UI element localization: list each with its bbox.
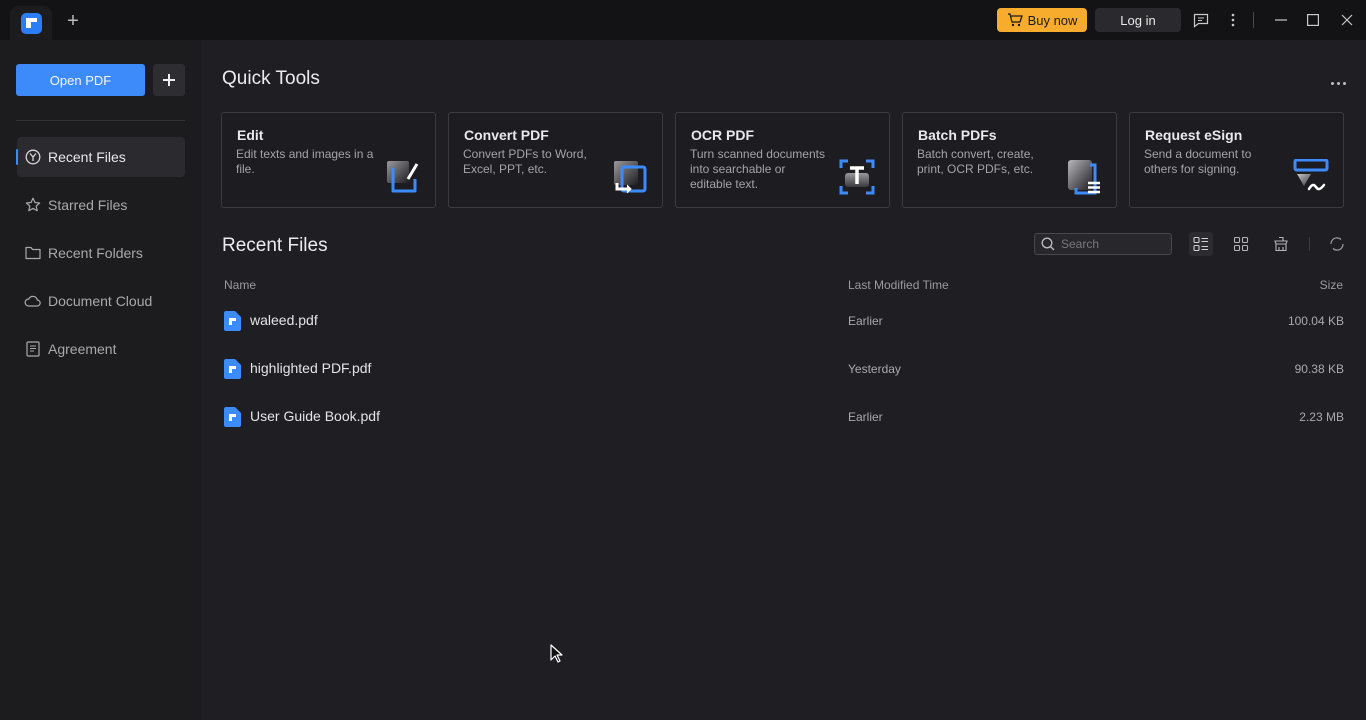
file-modified: Earlier	[848, 314, 883, 328]
tool-description: Edit texts and images in a file.	[236, 147, 374, 176]
cloud-icon	[24, 293, 41, 310]
pdf-file-icon	[224, 407, 241, 427]
create-new-button[interactable]	[153, 64, 185, 96]
refresh-button[interactable]	[1325, 232, 1349, 256]
ocr-icon	[839, 159, 875, 195]
file-name: User Guide Book.pdf	[250, 408, 380, 424]
tool-title: Convert PDF	[464, 127, 549, 143]
buy-now-button[interactable]: Buy now	[997, 8, 1087, 32]
minimize-icon[interactable]	[1271, 10, 1291, 30]
column-header-modified[interactable]: Last Modified Time	[848, 278, 949, 292]
sidebar-item-label: Agreement	[48, 341, 117, 357]
sidebar-item-starred-files[interactable]: Starred Files	[17, 185, 185, 225]
list-view-icon	[1193, 236, 1208, 252]
sidebar-item-label: Recent Files	[48, 149, 126, 165]
tool-card-batch-pdfs[interactable]: Batch PDFs Batch convert, create, print,…	[902, 112, 1117, 208]
file-row[interactable]: waleed.pdf Earlier 100.04 KB	[222, 300, 1344, 340]
title-bar: + Buy now Log in	[0, 0, 1366, 40]
convert-icon	[614, 161, 647, 194]
sidebar-divider	[16, 120, 185, 121]
main-content: Quick Tools Edit Edit texts and images i…	[201, 40, 1366, 720]
folder-icon	[24, 245, 41, 262]
login-button[interactable]: Log in	[1095, 8, 1181, 32]
sidebar-item-label: Starred Files	[48, 197, 128, 213]
search-icon	[1041, 237, 1055, 251]
tool-title: Edit	[237, 127, 264, 143]
sidebar-item-document-cloud[interactable]: Document Cloud	[17, 281, 185, 321]
file-size: 90.38 KB	[1294, 362, 1344, 376]
file-size: 100.04 KB	[1287, 314, 1344, 328]
agreement-icon	[24, 341, 41, 358]
buy-now-label: Buy now	[1027, 12, 1078, 28]
plus-icon	[163, 74, 175, 86]
column-header-name[interactable]: Name	[224, 278, 256, 292]
tool-card-request-esign[interactable]: Request eSign Send a document to others …	[1129, 112, 1344, 208]
batch-icon	[1068, 160, 1100, 195]
cart-icon	[1007, 13, 1023, 27]
grid-view-icon	[1233, 236, 1249, 252]
home-tab[interactable]	[10, 6, 52, 40]
file-name: highlighted PDF.pdf	[250, 360, 372, 376]
dot	[1342, 81, 1346, 85]
clock-icon	[24, 149, 41, 166]
sidebar-item-label: Recent Folders	[48, 245, 143, 261]
clean-button[interactable]	[1269, 232, 1293, 256]
list-view-button[interactable]	[1189, 232, 1213, 256]
pdf-file-icon	[224, 359, 241, 379]
titlebar-separator	[1253, 12, 1254, 28]
quick-tools-more-button[interactable]	[1328, 78, 1348, 88]
dot	[1336, 81, 1340, 85]
grid-view-button[interactable]	[1229, 232, 1253, 256]
tool-card-ocr-pdf[interactable]: OCR PDF Turn scanned documents into sear…	[675, 112, 890, 208]
maximize-icon[interactable]	[1303, 10, 1323, 30]
sidebar-item-recent-folders[interactable]: Recent Folders	[17, 233, 185, 273]
tool-description: Send a document to others for signing.	[1144, 147, 1252, 176]
close-icon[interactable]	[1337, 10, 1357, 30]
quick-tools-title: Quick Tools	[222, 68, 320, 89]
recent-files-title: Recent Files	[222, 235, 328, 256]
tool-title: Request eSign	[1145, 127, 1243, 143]
sidebar-item-recent-files[interactable]: Recent Files	[16, 137, 185, 177]
dot	[1330, 81, 1334, 85]
search-box[interactable]	[1034, 233, 1172, 255]
esign-icon	[1293, 159, 1329, 191]
more-vertical-icon[interactable]	[1223, 10, 1243, 30]
broom-icon	[1274, 236, 1288, 252]
tool-title: OCR PDF	[691, 127, 754, 143]
sidebar-item-agreement[interactable]: Agreement	[17, 329, 185, 369]
tool-description: Batch convert, create, print, OCR PDFs, …	[917, 147, 1034, 176]
sidebar-item-label: Document Cloud	[48, 293, 153, 309]
refresh-icon	[1330, 237, 1344, 251]
open-pdf-button[interactable]: Open PDF	[16, 64, 145, 96]
column-header-size[interactable]: Size	[1320, 278, 1343, 292]
file-name: waleed.pdf	[250, 312, 318, 328]
file-row[interactable]: highlighted PDF.pdf Yesterday 90.38 KB	[222, 348, 1344, 388]
search-input[interactable]	[1061, 237, 1161, 251]
mouse-cursor-icon	[550, 644, 563, 663]
tool-description: Turn scanned documents into searchable o…	[690, 147, 825, 191]
tool-card-convert-pdf[interactable]: Convert PDF Convert PDFs to Word, Excel,…	[448, 112, 663, 208]
tool-description: Convert PDFs to Word, Excel, PPT, etc.	[463, 147, 587, 176]
sidebar: Open PDF Recent Files Starred Files Rece…	[0, 40, 201, 720]
app-logo-icon	[20, 12, 42, 34]
star-icon	[24, 197, 41, 214]
toolbar-separator	[1309, 237, 1310, 251]
pdf-file-icon	[224, 311, 241, 331]
new-tab-button[interactable]: +	[64, 11, 82, 31]
tool-card-edit[interactable]: Edit Edit texts and images in a file.	[221, 112, 436, 208]
tool-title: Batch PDFs	[918, 127, 997, 143]
file-modified: Earlier	[848, 410, 883, 424]
file-size: 2.23 MB	[1299, 410, 1344, 424]
file-modified: Yesterday	[848, 362, 901, 376]
file-row[interactable]: User Guide Book.pdf Earlier 2.23 MB	[222, 396, 1344, 436]
feedback-icon[interactable]	[1191, 10, 1211, 30]
edit-icon	[387, 161, 419, 193]
